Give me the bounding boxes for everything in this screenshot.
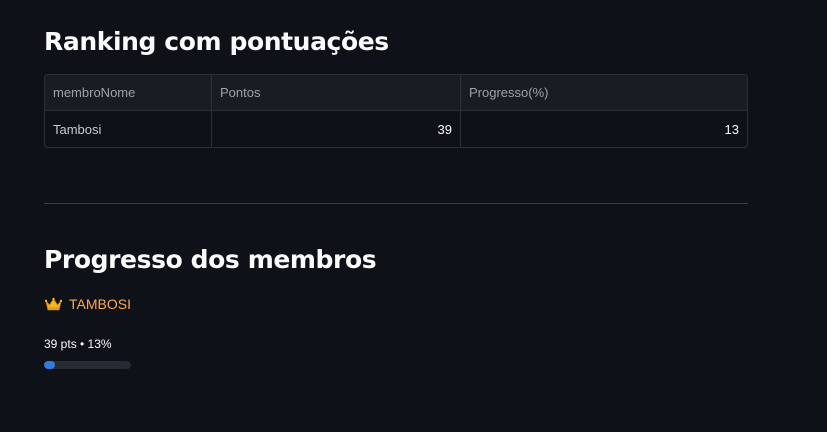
progress-bar-fill	[44, 361, 56, 369]
ranking-title: Ranking com pontuações	[44, 27, 389, 56]
progress-bar	[44, 361, 131, 369]
table-row[interactable]: Tambosi 39 13	[45, 111, 747, 147]
progress-section-title: Progresso dos membros	[44, 245, 377, 274]
table-header-row: membroNome Pontos Progresso(%)	[45, 75, 747, 111]
section-divider	[44, 203, 748, 204]
app-page: Ranking com pontuações membroNome Pontos…	[0, 0, 827, 432]
column-header-pontos[interactable]: Pontos	[212, 75, 461, 110]
member-name: TAMBOSI	[69, 296, 131, 312]
cell-member-name[interactable]: Tambosi	[45, 111, 212, 147]
crown-icon	[44, 297, 63, 311]
column-header-progresso[interactable]: Progresso(%)	[461, 75, 747, 110]
column-header-membronome[interactable]: membroNome	[45, 75, 212, 110]
cell-points[interactable]: 39	[212, 111, 461, 147]
cell-progress[interactable]: 13	[461, 111, 747, 147]
member-stats: 39 pts • 13%	[44, 337, 112, 351]
member-header: TAMBOSI	[44, 296, 131, 312]
ranking-table[interactable]: membroNome Pontos Progresso(%) Tambosi 3…	[44, 74, 748, 148]
